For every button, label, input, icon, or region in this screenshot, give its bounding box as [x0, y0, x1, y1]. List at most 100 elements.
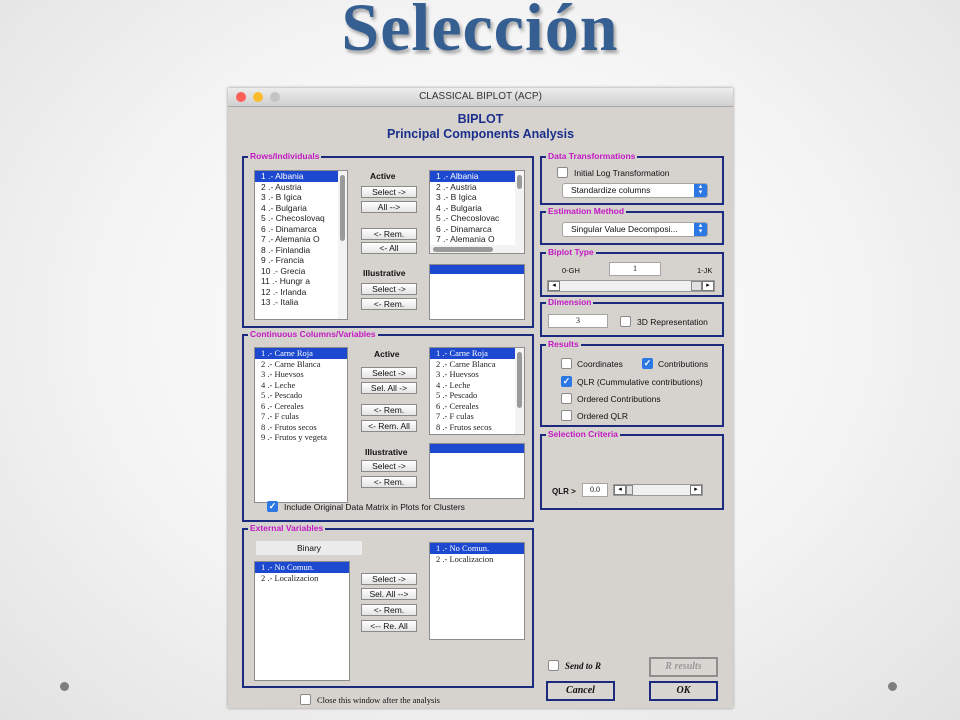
rows-active-hscrollbar[interactable]	[430, 245, 517, 253]
columns-active-scrollbar[interactable]	[515, 348, 524, 434]
columns-illustrative-list[interactable]	[429, 443, 525, 499]
list-item[interactable]: 4 .- Bulgaria	[255, 203, 347, 214]
list-item[interactable]: 2 .- Austria	[430, 182, 524, 193]
slider-right-arrow-icon[interactable]: ▸	[690, 485, 702, 495]
list-item[interactable]: 11 .- Hungr a	[255, 276, 347, 287]
qlr-criteria-slider-thumb[interactable]	[626, 485, 633, 495]
qlr-criteria-field[interactable]: 0.0	[582, 483, 608, 497]
rows-ill-rem-button[interactable]: <- Rem.	[361, 298, 417, 310]
list-item[interactable]: 2 .- Localizacion	[255, 573, 349, 584]
rows-source-list[interactable]: 1 .- Albania 2 .- Austria 3 .- B Igica 4 .-…	[254, 170, 348, 320]
list-item[interactable]: 3 .- Huevsos	[255, 369, 347, 380]
biplot-type-slider[interactable]: ◂ ▸	[547, 280, 715, 292]
window-title: CLASSICAL BIPLOT (ACP)	[419, 91, 542, 102]
list-item[interactable]: 2 .- Austria	[255, 182, 347, 193]
biplot-type-slider-thumb[interactable]	[691, 281, 702, 291]
list-item[interactable]: 4 .- Bulgaria	[430, 203, 524, 214]
coordinates-checkbox[interactable]	[561, 358, 572, 369]
rows-rem-all-button[interactable]: <- All	[361, 242, 417, 254]
columns-rem-button[interactable]: <- Rem.	[361, 404, 417, 416]
rows-select-button[interactable]: Select ->	[361, 186, 417, 198]
estimation-method-select[interactable]: Singular Value Decomposi... ▴ ▾	[562, 222, 708, 237]
rows-ill-select-button[interactable]: Select ->	[361, 283, 417, 295]
columns-ill-select-button[interactable]: Select ->	[361, 460, 417, 472]
send-to-r-label: Send to R	[565, 661, 602, 671]
list-item[interactable]: 6 .- Dinamarca	[430, 224, 524, 235]
rows-active-list[interactable]: 1 .- Albania 2 .- Austria 3 .- B Igica 4 .-…	[429, 170, 525, 254]
ok-button[interactable]: OK	[649, 681, 718, 701]
list-item[interactable]: 4 .- Leche	[255, 380, 347, 391]
list-item[interactable]: 5 .- Checoslovaq	[255, 213, 347, 224]
list-item[interactable]: 1 .- No Comun.	[430, 543, 524, 554]
external-sel-all-button[interactable]: Sel. All -->	[361, 588, 417, 600]
external-re-all-button[interactable]: <-- Re. All	[361, 620, 417, 632]
log-transform-checkbox[interactable]	[557, 167, 568, 178]
ordered-qlr-checkbox[interactable]	[561, 410, 572, 421]
columns-select-button[interactable]: Select ->	[361, 367, 417, 379]
external-select-button[interactable]: Select ->	[361, 573, 417, 585]
list-item[interactable]: 12 .- Irlanda	[255, 287, 347, 298]
list-item[interactable]: 8 .- Frutos secos	[430, 422, 524, 433]
list-item[interactable]: 5 .- Pescado	[430, 390, 524, 401]
external-source-list[interactable]: 1 .- No Comun. 2 .- Localizacion	[254, 561, 350, 681]
columns-ill-rem-button[interactable]: <- Rem.	[361, 476, 417, 488]
r-results-button[interactable]: R results	[649, 657, 718, 677]
list-item[interactable]: 1 .- Albania	[255, 171, 347, 182]
slider-left-arrow-icon[interactable]: ◂	[614, 485, 626, 495]
list-item[interactable]: 1 .- Carne Roja	[255, 348, 347, 359]
list-item[interactable]: 1 .- Carne Roja	[430, 348, 524, 359]
columns-source-list[interactable]: 1 .- Carne Roja 2 .- Carne Blanca 3 .- Hue…	[254, 347, 348, 503]
list-item[interactable]: 7 .- Alemania O	[255, 234, 347, 245]
dimension-value-field[interactable]: 3	[548, 314, 608, 328]
rows-rem-button[interactable]: <- Rem.	[361, 228, 417, 240]
biplot-type-value-field[interactable]: 1	[609, 262, 661, 276]
list-item[interactable]: 7 .- F culas	[255, 411, 347, 422]
list-item[interactable]: 4 .- Leche	[430, 380, 524, 391]
transform-method-select[interactable]: Standardize columns ▴ ▾	[562, 183, 708, 198]
biplot-window: CLASSICAL BIPLOT (ACP) BIPLOT Principal …	[228, 88, 733, 708]
columns-rem-all-button[interactable]: <- Rem. All	[361, 420, 417, 432]
list-item[interactable]: 7 .- F culas	[430, 411, 524, 422]
list-item[interactable]: 3 .- B Igica	[430, 192, 524, 203]
list-item[interactable]: 6 .- Cereales	[255, 401, 347, 412]
slider-left-arrow-icon[interactable]: ◂	[548, 281, 560, 291]
external-rem-button[interactable]: <- Rem.	[361, 604, 417, 616]
send-to-r-checkbox[interactable]	[548, 660, 559, 671]
list-item[interactable]: 8 .- Frutos secos	[255, 422, 347, 433]
list-item[interactable]: 5 .- Checoslovac	[430, 213, 524, 224]
cancel-button[interactable]: Cancel	[546, 681, 615, 701]
list-item[interactable]: 2 .- Carne Blanca	[255, 359, 347, 370]
list-item[interactable]: 10 .- Grecia	[255, 266, 347, 277]
list-item[interactable]: 3 .- B Igica	[255, 192, 347, 203]
external-selected-list[interactable]: 1 .- No Comun. 2 .- Localizacion	[429, 542, 525, 640]
list-item[interactable]: 2 .- Localizacion	[430, 554, 524, 565]
columns-active-list[interactable]: 1 .- Carne Roja 2 .- Carne Blanca 3 .- Hue…	[429, 347, 525, 435]
include-original-checkbox[interactable]: ✓	[267, 501, 278, 512]
list-item[interactable]: 3 .- Huevsos	[430, 369, 524, 380]
list-item[interactable]: 1 .- Albania	[430, 171, 524, 182]
close-after-checkbox[interactable]	[300, 694, 311, 705]
list-item[interactable]: 9 .- Francia	[255, 255, 347, 266]
rep3d-checkbox[interactable]	[620, 316, 631, 327]
rep3d-label: 3D Representation	[637, 317, 708, 327]
contributions-checkbox[interactable]: ✓	[642, 358, 653, 369]
list-item[interactable]: 6 .- Cereales	[430, 401, 524, 412]
list-item[interactable]: 6 .- Dinamarca	[255, 224, 347, 235]
slider-right-arrow-icon[interactable]: ▸	[702, 281, 714, 291]
columns-sel-all-button[interactable]: Sel. All ->	[361, 382, 417, 394]
list-item[interactable]: 13 .- Italia	[255, 297, 347, 308]
rows-illustrative-list[interactable]	[429, 264, 525, 320]
rows-source-scrollbar[interactable]	[338, 171, 347, 319]
list-item[interactable]: 5 .- Pescado	[255, 390, 347, 401]
ordered-contributions-checkbox[interactable]	[561, 393, 572, 404]
list-item[interactable]: 8 .- Finlandia	[255, 245, 347, 256]
rows-active-scrollbar[interactable]	[515, 171, 524, 253]
qlr-criteria-slider[interactable]: ◂ ▸	[613, 484, 703, 496]
list-item[interactable]: 7 .- Alemania O	[430, 234, 524, 245]
list-item[interactable]: 1 .- No Comun.	[255, 562, 349, 573]
qlr-checkbox[interactable]: ✓	[561, 376, 572, 387]
list-item[interactable]: 9 .- Frutos y vegeta	[255, 432, 347, 443]
rows-all-button[interactable]: All -->	[361, 201, 417, 213]
columns-active-label: Active	[374, 349, 400, 359]
list-item[interactable]: 2 .- Carne Blanca	[430, 359, 524, 370]
